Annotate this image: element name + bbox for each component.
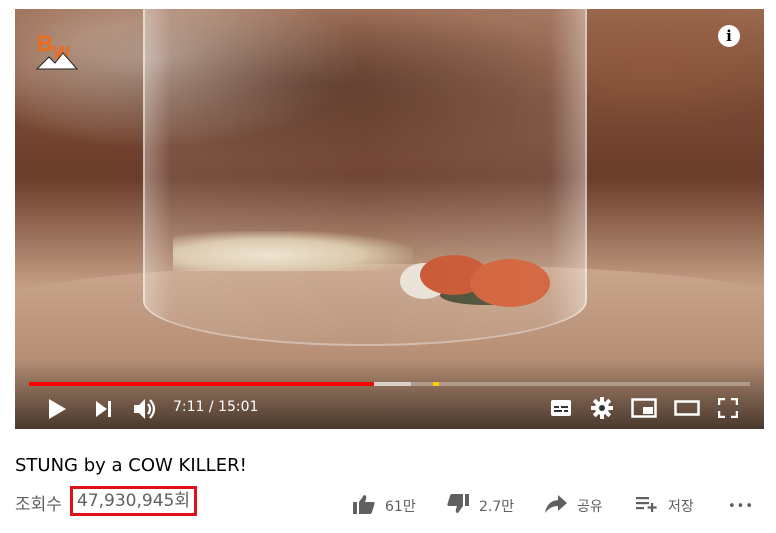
dislike-count: 2.7만 [479,499,515,515]
channel-watermark-logo: B W [35,27,79,71]
svg-text:B: B [37,31,53,56]
playlist-add-icon [636,496,658,516]
video-title: STUNG by a COW KILLER! [15,455,247,476]
ad-marker [432,382,439,386]
more-actions-button[interactable]: ••• [728,494,754,518]
theater-mode-icon[interactable] [674,400,700,420]
share-icon [545,495,567,517]
save-label: 저장 [668,499,694,515]
miniplayer-icon[interactable] [631,398,657,422]
fullscreen-icon[interactable] [717,397,739,422]
view-count: 47,930,945회 [70,486,197,516]
more-icon: ••• [728,498,755,514]
time-display: 7:11 / 15:01 [173,399,259,415]
like-count: 61만 [385,499,416,515]
info-icon[interactable]: i [718,25,740,47]
progress-bar[interactable] [29,382,750,386]
view-count-prefix: 조회수 [15,495,62,515]
gear-icon[interactable] [591,397,613,423]
video-frame-glass [143,9,587,346]
volume-icon[interactable] [133,397,159,425]
thumbs-down-icon [447,494,469,518]
next-icon[interactable] [95,400,113,422]
dislike-button[interactable]: 2.7만 [447,494,514,518]
save-button[interactable]: 저장 [636,494,694,518]
play-icon[interactable] [47,398,67,424]
played-progress [29,382,375,386]
share-label: 공유 [577,499,603,515]
like-button[interactable]: 61만 [353,494,416,518]
share-button[interactable]: 공유 [545,494,603,518]
thumbs-up-icon [353,494,375,518]
subtitles-icon[interactable] [550,399,572,421]
video-player[interactable]: B W i 7:11 / 15:01 [15,9,764,429]
